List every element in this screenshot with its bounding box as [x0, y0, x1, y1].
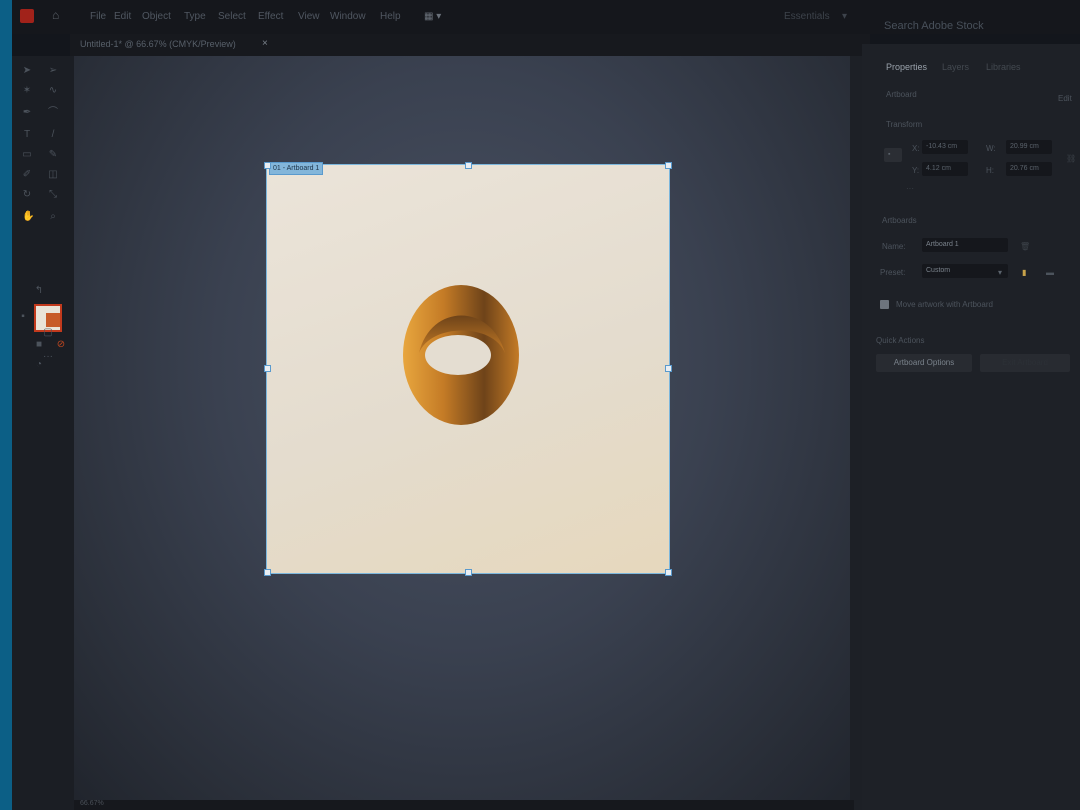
eraser-tool-icon[interactable]: ◫: [48, 170, 58, 180]
transform-heading: Transform: [886, 120, 923, 129]
magic-wand-tool-icon[interactable]: ✶: [22, 86, 32, 96]
w-field[interactable]: 20.99 cm: [1006, 140, 1052, 154]
artboard-name-field[interactable]: Artboard 1: [922, 238, 1008, 252]
menu-edit[interactable]: Edit: [114, 11, 131, 22]
tools-panel: ➤ ➢ ✶ ∿ ✒ ⌒ T / ▭ ✎ ✐ ◫ ↻ ⤡ ✋ ⌕ ▪ ↰ ■ ⊘ …: [12, 56, 74, 810]
status-bar: 66.67%: [74, 800, 854, 810]
type-tool-icon[interactable]: T: [22, 130, 32, 140]
paintbrush-tool-icon[interactable]: ✎: [48, 150, 58, 160]
menu-type[interactable]: Type: [184, 11, 206, 22]
menu-help[interactable]: Help: [380, 11, 401, 22]
line-tool-icon[interactable]: /: [48, 130, 58, 140]
direct-selection-tool-icon[interactable]: ➢: [48, 66, 58, 76]
handle-top-center[interactable]: [465, 162, 472, 169]
zoom-tool-icon[interactable]: ⌕: [48, 212, 58, 222]
menu-file[interactable]: File: [90, 11, 106, 22]
none-color-icon[interactable]: ⊘: [56, 340, 66, 350]
default-colors-icon[interactable]: ▪: [18, 312, 28, 322]
monitor-bezel: [0, 0, 12, 810]
handle-middle-right[interactable]: [665, 365, 672, 372]
lasso-tool-icon[interactable]: ∿: [48, 86, 58, 96]
artboard-label[interactable]: 01 - Artboard 1: [269, 162, 324, 175]
tab-properties[interactable]: Properties: [886, 62, 927, 72]
arrange-documents-icon[interactable]: ▦ ▾: [424, 11, 441, 22]
delete-artboard-icon[interactable]: 🗑: [1020, 242, 1030, 251]
rectangle-tool-icon[interactable]: ▭: [22, 150, 32, 160]
screen: ⌂ File Edit Object Type Select Effect Vi…: [0, 0, 1080, 810]
home-icon[interactable]: ⌂: [52, 8, 59, 22]
search-stock-field[interactable]: Search Adobe Stock: [884, 20, 984, 32]
selection-tool-icon[interactable]: ➤: [22, 66, 32, 76]
menu-window[interactable]: Window: [330, 11, 366, 22]
move-with-artboard-label: Move artwork with Artboard: [896, 300, 993, 309]
menu-view[interactable]: View: [298, 11, 320, 22]
edit-artboard-button[interactable]: Edit: [1058, 94, 1072, 103]
handle-bottom-left[interactable]: [264, 569, 271, 576]
screen-mode-icon[interactable]: ▢: [38, 328, 58, 338]
exit-artboard-button[interactable]: Exit Artboard: [980, 354, 1070, 372]
name-label: Name:: [882, 242, 906, 251]
preset-label: Preset:: [880, 268, 906, 277]
ring-hole: [425, 335, 491, 375]
handle-top-left[interactable]: [264, 162, 271, 169]
document-tab[interactable]: Untitled-1* @ 66.67% (CMYK/Preview): [80, 39, 236, 49]
app-logo-icon: [20, 9, 34, 23]
color-mode-icon[interactable]: ■: [34, 340, 44, 350]
tab-layers[interactable]: Layers: [942, 62, 969, 72]
swap-colors-icon[interactable]: ↰: [34, 286, 44, 296]
canvas-area[interactable]: 01 - Artboard 1: [74, 56, 854, 810]
close-icon[interactable]: ×: [262, 38, 268, 49]
y-label: Y:: [912, 166, 920, 175]
w-label: W:: [986, 144, 996, 153]
y-field[interactable]: 4.12 cm: [922, 162, 968, 176]
x-label: X:: [912, 144, 920, 153]
zoom-level[interactable]: 66.67%: [80, 800, 104, 807]
curvature-tool-icon[interactable]: ⌒: [48, 108, 58, 118]
edit-toolbar-icon[interactable]: ···: [38, 352, 58, 362]
pen-tool-icon[interactable]: ✒: [22, 108, 32, 118]
artboards-heading: Artboards: [882, 216, 917, 225]
handle-top-right[interactable]: [665, 162, 672, 169]
rotate-tool-icon[interactable]: ↻: [22, 190, 32, 200]
properties-panel: Properties Layers Libraries Artboard Edi…: [862, 44, 1080, 810]
portrait-orientation-icon[interactable]: ▮: [1022, 268, 1026, 277]
x-field[interactable]: -10.43 cm: [922, 140, 968, 154]
artboard-heading: Artboard: [886, 90, 917, 99]
handle-bottom-center[interactable]: [465, 569, 472, 576]
h-field[interactable]: 20.76 cm: [1006, 162, 1052, 176]
move-with-artboard-checkbox[interactable]: [880, 300, 889, 309]
mobius-ring-artwork[interactable]: [401, 283, 521, 427]
tab-libraries[interactable]: Libraries: [986, 62, 1021, 72]
menu-object[interactable]: Object: [142, 11, 171, 22]
stroke-swatch[interactable]: [46, 313, 60, 327]
chevron-down-icon: ▾: [842, 11, 848, 22]
document-tab-bar: Untitled-1* @ 66.67% (CMYK/Preview) ×: [70, 34, 870, 56]
workspace-switcher[interactable]: Essentials: [784, 11, 830, 22]
vertical-scrollbar[interactable]: [850, 56, 862, 810]
reference-point-icon[interactable]: ▪: [884, 148, 902, 162]
chevron-down-icon: ▾: [998, 268, 1003, 277]
preset-select[interactable]: Custom: [922, 264, 1008, 278]
menu-select[interactable]: Select: [218, 11, 246, 22]
more-options-icon[interactable]: ···: [906, 184, 914, 193]
shaper-tool-icon[interactable]: ✐: [22, 170, 32, 180]
hand-tool-icon[interactable]: ✋: [22, 212, 34, 222]
scale-tool-icon[interactable]: ⤡: [48, 190, 58, 200]
menu-bar: ⌂ File Edit Object Type Select Effect Vi…: [12, 0, 1080, 34]
landscape-orientation-icon[interactable]: ▬: [1046, 268, 1054, 277]
menu-effect[interactable]: Effect: [258, 11, 283, 22]
artboard[interactable]: 01 - Artboard 1: [264, 162, 672, 576]
artboard-options-button[interactable]: Artboard Options: [876, 354, 972, 372]
constrain-proportions-icon[interactable]: ⛓: [1066, 154, 1076, 163]
h-label: H:: [986, 166, 994, 175]
handle-bottom-right[interactable]: [665, 569, 672, 576]
handle-middle-left[interactable]: [264, 365, 271, 372]
quick-actions-heading: Quick Actions: [876, 336, 925, 345]
